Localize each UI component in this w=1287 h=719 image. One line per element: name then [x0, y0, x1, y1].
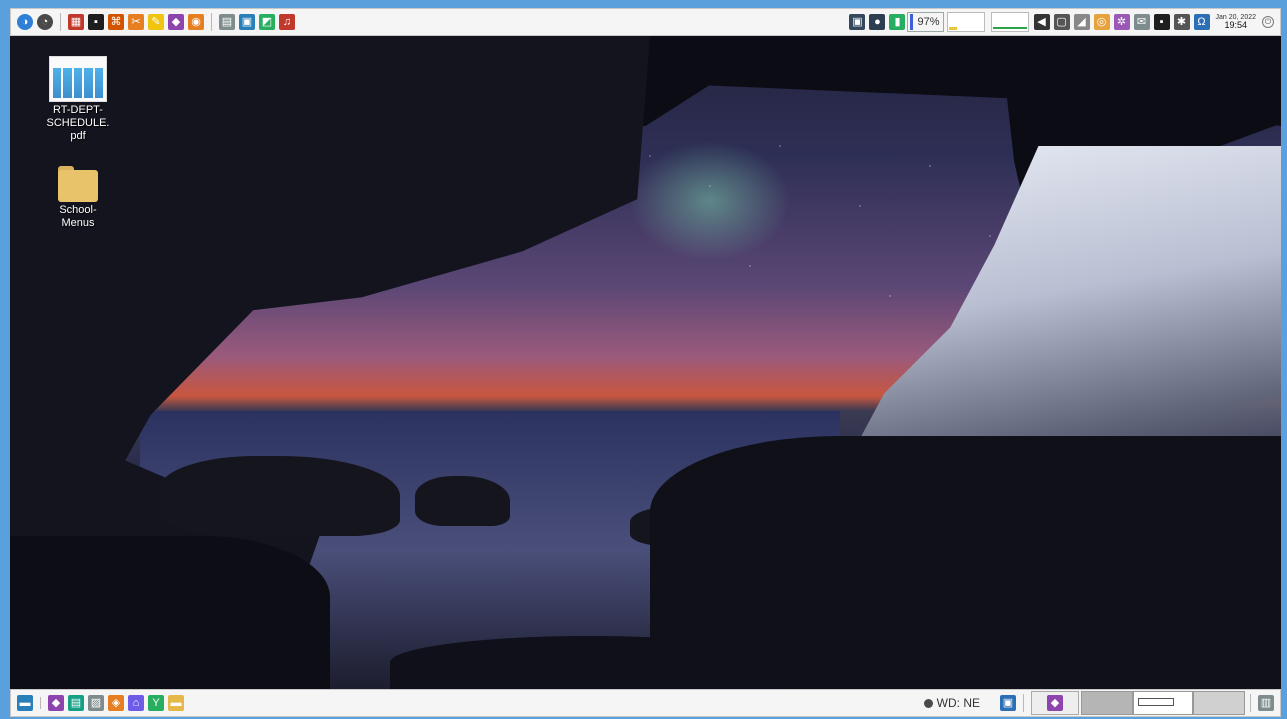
taskbar-window-button[interactable]: ◆ — [1031, 691, 1079, 715]
wd-dot-icon — [923, 698, 933, 708]
network-icon[interactable]: ✲ — [1113, 14, 1130, 30]
photos-icon[interactable]: ◩ — [259, 14, 275, 30]
top-panel: ◑ ◔ ▦ ▪ ⌘ ✂ ✎ ◆ ◉ ▤ ▣ ◩ ♫ ▣ ● ▮ 97% ◀ ▢ ◢ ◎ ✲ ✉ ▪ ✱ Ω Jan 20, … — [10, 8, 1281, 36]
clock-time: 19:54 — [1224, 20, 1248, 30]
power-icon[interactable]: ⏻ — [1262, 16, 1274, 28]
clock[interactable]: Jan 20, 2022 19:54 — [1216, 14, 1256, 30]
desktop-icon-label: School- Menus — [59, 204, 97, 229]
battery-icon[interactable]: ▮ — [889, 14, 906, 30]
desktop-icon-rt-dept-schedule[interactable]: RT-DEPT- SCHEDULE. pdf — [38, 56, 118, 143]
system-tray: ▣ ● ▮ 97% ◀ ▢ ◢ ◎ ✲ ✉ ▪ ✱ Ω Jan 20, 2022 19:54 ⏻ — [847, 9, 1276, 35]
network-graph[interactable] — [990, 12, 1029, 32]
chat-icon[interactable]: ◉ — [188, 14, 204, 30]
mail-icon[interactable]: ✉ — [1133, 14, 1150, 30]
trash-icon[interactable]: ▥ — [1258, 695, 1274, 711]
folder-shortcut-icon[interactable]: ▬ — [168, 695, 184, 711]
notes-icon[interactable]: ▤ — [68, 695, 84, 711]
screen-icon[interactable]: ▣ — [849, 14, 866, 30]
start-menu-icon[interactable]: ◑ — [17, 14, 33, 30]
app-launcher-icon[interactable]: ⌂ — [128, 695, 144, 711]
bottom-launchers: ▬ ◆ ▤ ▨ ◈ ⌂ Y ▬ — [15, 690, 186, 716]
shield-icon[interactable]: ◈ — [108, 695, 124, 711]
settings-tool-icon[interactable]: ⌘ — [108, 14, 124, 30]
separator — [60, 13, 61, 31]
wifi-signal-icon[interactable]: ◢ — [1073, 14, 1090, 30]
calculator-icon[interactable]: ▤ — [219, 14, 235, 30]
software-manager-icon[interactable]: Y — [148, 695, 164, 711]
desktop-wallpaper: RT-DEPT- SCHEDULE. pdf School- Menus — [10, 36, 1281, 689]
bottom-right-area: WD: NE ▣ ◆ ▥ — [923, 690, 1276, 716]
workspace-pager-1[interactable] — [1081, 691, 1133, 715]
battery-indicator[interactable]: 97% — [907, 12, 944, 32]
desktop-icon-school-menus[interactable]: School- Menus — [38, 164, 118, 230]
workspace-pager-3[interactable] — [1193, 691, 1245, 715]
system-monitor-icon[interactable]: ▦ — [68, 14, 84, 30]
separator — [1250, 694, 1251, 712]
show-desktop-icon[interactable]: ▬ — [17, 695, 33, 711]
terminal-tray-icon[interactable]: ▪ — [1153, 14, 1170, 30]
wd-indicator[interactable]: WD: NE — [923, 696, 980, 710]
file-manager-icon[interactable]: ◆ — [48, 695, 64, 711]
wallpaper-rock — [10, 536, 330, 689]
app-window-icon: ◆ — [1047, 695, 1063, 711]
pdf-file-icon — [49, 56, 107, 102]
wallpaper-rock — [415, 476, 510, 526]
editor-icon[interactable]: ✎ — [148, 14, 164, 30]
clock-app-icon[interactable]: ◔ — [37, 14, 53, 30]
image-viewer-icon[interactable]: ▣ — [239, 14, 255, 30]
top-launchers: ◑ ◔ ▦ ▪ ⌘ ✂ ✎ ◆ ◉ ▤ ▣ ◩ ♫ — [15, 9, 297, 35]
cpu-graph[interactable] — [946, 12, 985, 32]
wallpaper-rock — [390, 636, 790, 689]
package-icon[interactable]: ◆ — [168, 14, 184, 30]
clipboard-icon[interactable]: ▢ — [1053, 14, 1070, 30]
wd-label: WD: NE — [936, 696, 980, 710]
media-player-icon[interactable]: ♫ — [279, 14, 295, 30]
workspace-pager-2[interactable] — [1133, 691, 1193, 715]
bluetooth-icon[interactable]: ✱ — [1173, 14, 1190, 30]
separator — [1023, 694, 1024, 712]
folder-icon — [58, 164, 98, 202]
battery-level-bar — [910, 14, 914, 30]
window-switcher-icon[interactable]: ▣ — [1000, 695, 1016, 711]
unicode-char-icon[interactable]: Ω — [1193, 14, 1210, 30]
network-status-icon[interactable]: ● — [869, 14, 886, 30]
separator — [40, 697, 41, 709]
terminal-icon[interactable]: ▪ — [88, 14, 104, 30]
wallpaper-rock — [160, 456, 400, 536]
bottom-panel: ▬ ◆ ▤ ▨ ◈ ⌂ Y ▬ WD: NE ▣ ◆ ▥ — [10, 689, 1281, 717]
tools-icon[interactable]: ✂ — [128, 14, 144, 30]
text-editor-icon[interactable]: ▨ — [88, 695, 104, 711]
battery-percent: 97% — [917, 16, 940, 28]
separator — [211, 13, 212, 31]
desktop-icon-label: RT-DEPT- SCHEDULE. pdf — [46, 104, 110, 142]
volume-icon[interactable]: ◀ — [1033, 14, 1050, 30]
updates-icon[interactable]: ◎ — [1093, 14, 1110, 30]
